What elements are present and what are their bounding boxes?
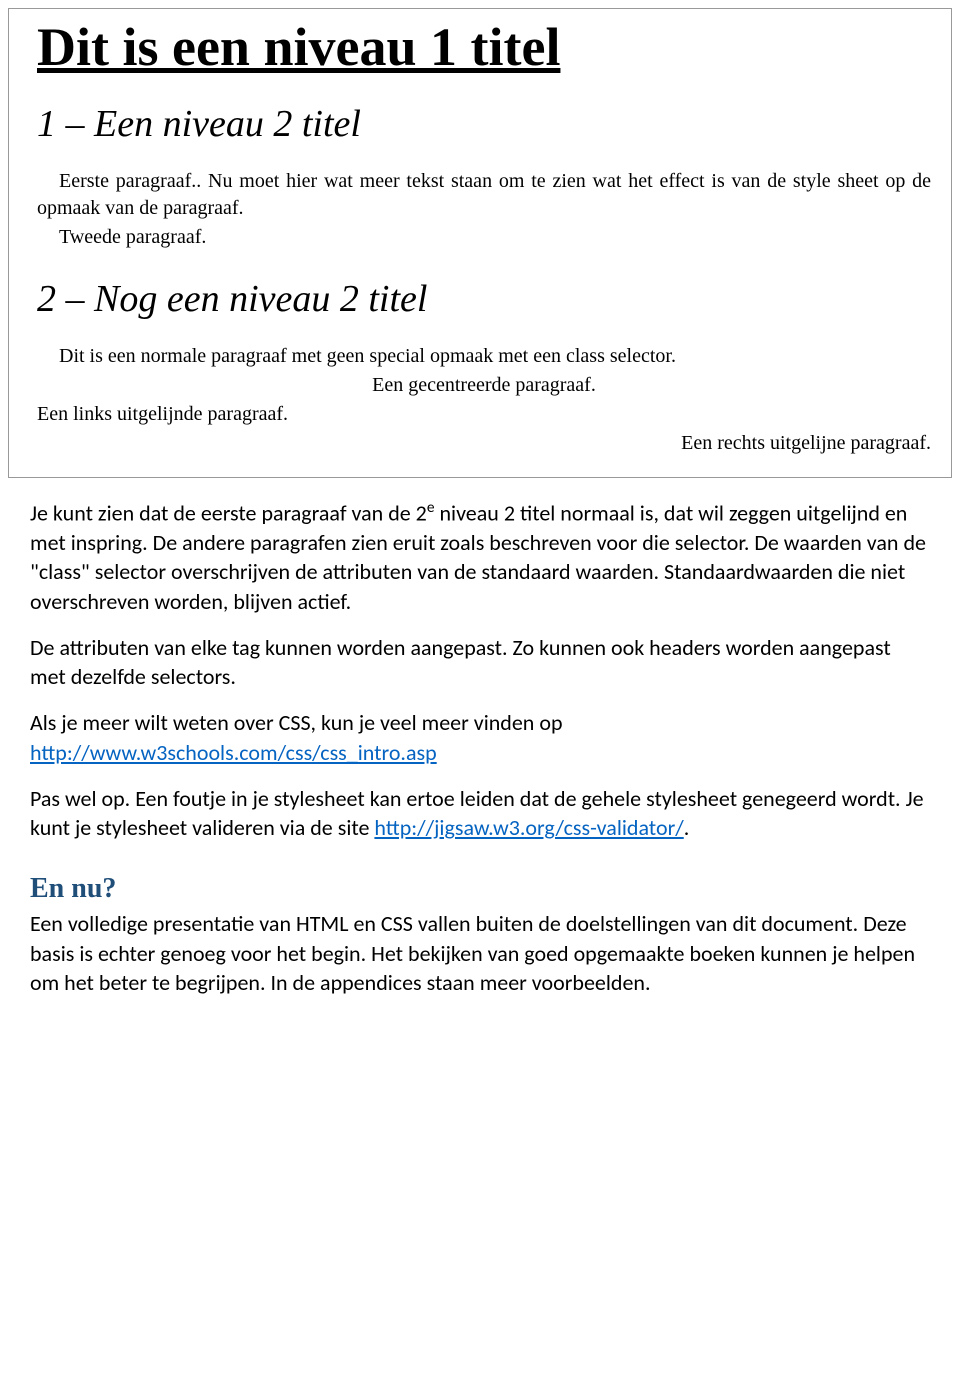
heading-level-2-first: 1 – Een niveau 2 titel — [37, 102, 931, 146]
heading-level-2-second: 2 – Nog een niveau 2 titel — [37, 277, 931, 321]
explanatory-paragraph-2: De attributen van elke tag kunnen worden… — [30, 633, 930, 692]
link-w3schools-css[interactable]: http://www.w3schools.com/css/css_intro.a… — [30, 739, 437, 766]
text-fragment: Je kunt zien dat de eerste paragraaf van… — [30, 499, 427, 526]
paragraph-second: Tweede paragraaf. — [37, 224, 931, 251]
explanatory-paragraph-4: Pas wel op. Een foutje in je stylesheet … — [30, 784, 930, 843]
explanatory-paragraph-3: Als je meer wilt weten over CSS, kun je … — [30, 708, 930, 767]
text-fragment: . — [684, 814, 690, 841]
text-fragment: Als je meer wilt weten over CSS, kun je … — [30, 708, 930, 738]
superscript-e: e — [427, 498, 435, 517]
paragraph-centered: Een gecentreerde paragraaf. — [37, 372, 931, 399]
section-heading-en-nu: En nu? — [30, 873, 930, 905]
paragraph-intro-justified: Eerste paragraaf.. Nu moet hier wat meer… — [37, 168, 931, 222]
heading-level-1: Dit is een niveau 1 titel — [37, 19, 931, 76]
link-jigsaw-validator[interactable]: http://jigsaw.w3.org/css-validator/ — [374, 814, 683, 841]
explanatory-paragraph-5: Een volledige presentatie van HTML en CS… — [30, 909, 930, 998]
explanatory-paragraph-1: Je kunt zien dat de eerste paragraaf van… — [30, 498, 930, 617]
explanatory-text-section: Je kunt zien dat de eerste paragraaf van… — [0, 498, 960, 1054]
paragraph-right-aligned: Een rechts uitgelijne paragraaf. — [37, 430, 931, 457]
paragraph-class-selector: Dit is een normale paragraaf met geen sp… — [37, 343, 931, 370]
example-rendering-box: Dit is een niveau 1 titel 1 – Een niveau… — [8, 8, 952, 478]
paragraph-left-aligned: Een links uitgelijnde paragraaf. — [37, 401, 931, 428]
